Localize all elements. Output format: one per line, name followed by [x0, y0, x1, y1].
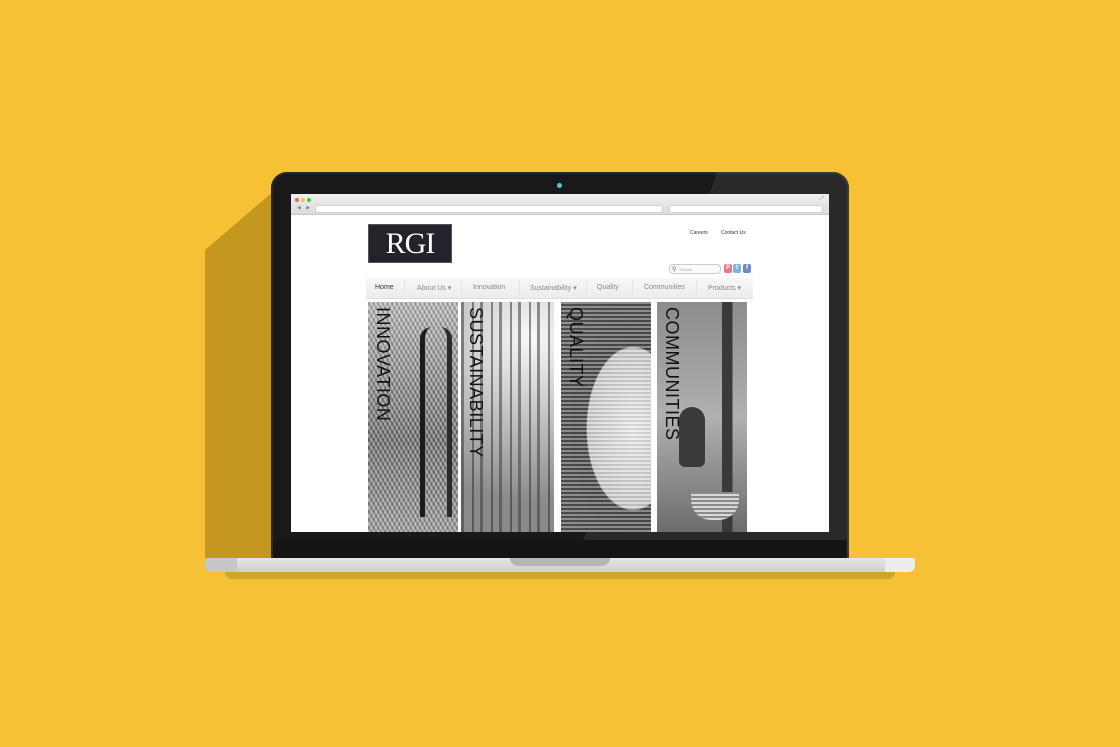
laptop-bezel-bottom [273, 540, 847, 558]
contact-us-link[interactable]: Contact Us [721, 230, 746, 236]
site-search-input[interactable]: ⚲ Search [669, 264, 721, 274]
sustainability-label: SUSTAINABILITY [466, 307, 486, 458]
nav-divider [586, 280, 587, 296]
laptop-opening-notch [510, 558, 610, 566]
nav-sustainability[interactable]: Sustainability ▾ [530, 284, 577, 292]
logo-text: RGI [385, 226, 436, 260]
twitter-icon[interactable]: t [733, 264, 741, 273]
site-logo[interactable]: RGI [368, 224, 452, 263]
laptop-foot-shadow [225, 572, 895, 579]
browser-toolbar: ◀ ▶ ⤢ [291, 194, 829, 215]
pinterest-icon[interactable]: P [724, 264, 732, 273]
nav-divider [404, 280, 405, 296]
nav-divider [696, 280, 697, 296]
nav-divider [461, 280, 462, 296]
minimize-window-button[interactable] [301, 198, 305, 202]
maximize-window-button[interactable] [307, 198, 311, 202]
nav-innovation[interactable]: Innovation [473, 284, 505, 291]
nav-divider [519, 280, 520, 296]
quality-panel[interactable]: QUALITY [561, 302, 651, 532]
laptop-lid: ◀ ▶ ⤢ RGI Careers Contact Us ⚲ Search P … [271, 172, 849, 562]
basket-handle-image [420, 327, 452, 517]
close-window-button[interactable] [295, 198, 299, 202]
basket-image [691, 492, 739, 520]
laptop-base-right-edge [885, 558, 915, 572]
nav-products[interactable]: Products ▾ [708, 284, 741, 292]
nav-about-us[interactable]: About Us ▾ [417, 284, 451, 292]
quality-label: QUALITY [566, 307, 586, 388]
nav-communities[interactable]: Communities [644, 284, 685, 291]
nav-quality[interactable]: Quality [597, 284, 619, 291]
innovation-panel[interactable]: INNOVATION [368, 302, 458, 532]
communities-label: COMMUNITIES [662, 307, 682, 441]
web-page: RGI Careers Contact Us ⚲ Search P t f Ho… [291, 215, 829, 532]
search-placeholder: Search [679, 266, 693, 272]
back-forward-arrows-icon[interactable]: ◀ ▶ [297, 205, 312, 211]
facebook-icon[interactable]: f [743, 264, 751, 273]
weaver-figure-image [679, 407, 705, 467]
laptop-base-left-edge [205, 558, 237, 572]
communities-panel[interactable]: COMMUNITIES [657, 302, 747, 532]
careers-link[interactable]: Careers [690, 230, 708, 236]
address-bar[interactable] [315, 205, 663, 213]
browser-search-field[interactable] [669, 205, 823, 213]
fullscreen-icon[interactable]: ⤢ [819, 196, 824, 203]
nav-divider [632, 280, 633, 296]
nav-home[interactable]: Home [375, 284, 394, 291]
search-icon: ⚲ [672, 266, 677, 273]
innovation-label: INNOVATION [373, 307, 393, 422]
sustainability-panel[interactable]: SUSTAINABILITY [461, 302, 554, 532]
main-navigation: Home About Us ▾ Innovation Sustainabilit… [366, 278, 753, 299]
webcam-icon [557, 183, 562, 188]
laptop-screen: ◀ ▶ ⤢ RGI Careers Contact Us ⚲ Search P … [291, 194, 829, 532]
